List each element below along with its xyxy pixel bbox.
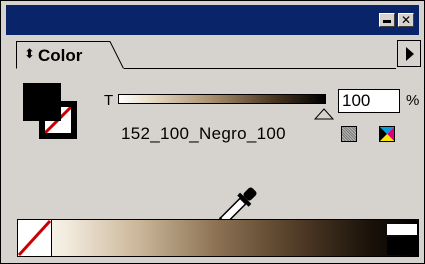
tab-divider: [124, 68, 396, 69]
color-panel: ✕ ⬍ Color T 100 % 152_100_Negro_100: [0, 0, 425, 264]
cmyk-quadrants: [380, 127, 394, 141]
grayscale-swatch-icon[interactable]: [341, 126, 357, 142]
tint-slider[interactable]: [118, 94, 326, 104]
none-slash-icon: [17, 219, 52, 257]
panel-titlebar[interactable]: ✕: [6, 5, 419, 35]
tab-strip: ⬍ Color: [6, 37, 421, 69]
tint-slider-thumb[interactable]: [314, 108, 334, 120]
ramp-black-swatch[interactable]: [387, 237, 417, 255]
color-ramp[interactable]: [17, 219, 419, 257]
close-icon[interactable]: ✕: [398, 13, 414, 27]
tab-color-label: Color: [38, 46, 83, 65]
panel-menu-arrow-icon[interactable]: [397, 40, 421, 67]
ramp-white-swatch[interactable]: [387, 224, 417, 235]
tint-input[interactable]: 100: [338, 89, 400, 113]
cmyk-swatch-icon[interactable]: [379, 126, 395, 142]
tint-label: T: [104, 92, 114, 109]
ramp-none-swatch[interactable]: [17, 219, 52, 257]
tab-color[interactable]: ⬍ Color: [16, 41, 124, 69]
minimize-icon[interactable]: [379, 13, 395, 27]
tint-percent-label: %: [406, 92, 420, 109]
fill-swatch[interactable]: [23, 83, 61, 121]
tab-sort-icon: ⬍: [24, 47, 35, 62]
swatch-name: 152_100_Negro_100: [121, 124, 286, 143]
